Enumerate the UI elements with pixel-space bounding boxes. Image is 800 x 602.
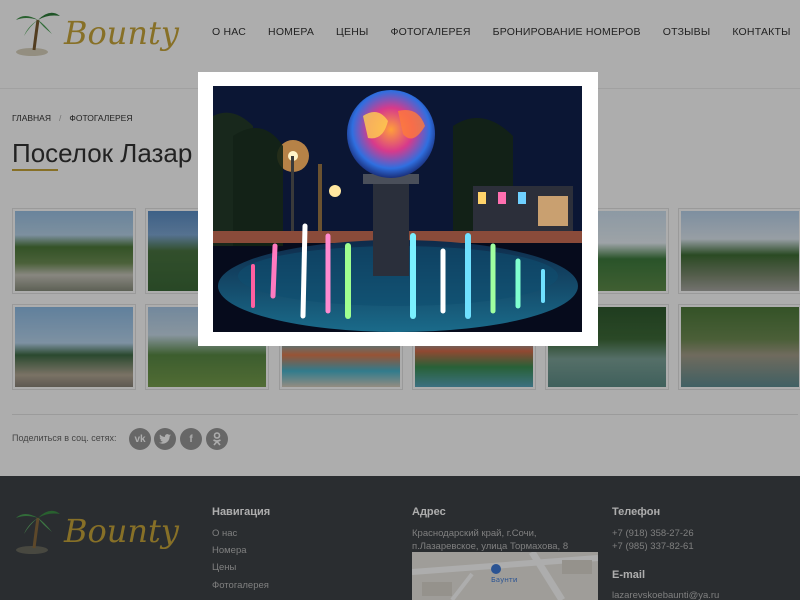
lightbox — [198, 72, 598, 346]
lightbox-photo[interactable] — [213, 86, 582, 332]
